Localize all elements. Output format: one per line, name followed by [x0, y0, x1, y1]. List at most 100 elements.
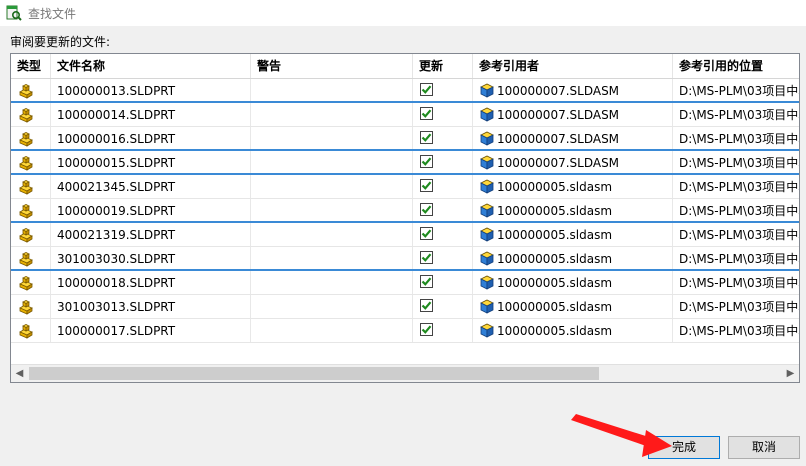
- warning-cell: [251, 247, 413, 271]
- ref-location-cell: D:\MS-PLM\03项目中心: [673, 199, 799, 223]
- table-header: 类型 文件名称 警告 更新 参考引用者 参考引用的位置: [11, 54, 799, 79]
- ref-location-cell: D:\MS-PLM\03项目中心: [673, 103, 799, 127]
- file-name-cell: 100000015.SLDPRT: [51, 151, 251, 175]
- table-row[interactable]: 100000016.SLDPRT 100000007.SLDASM D:\MS-PL…: [11, 127, 799, 151]
- ref-location-cell: D:\MS-PLM\03项目中心: [673, 271, 799, 295]
- table-row[interactable]: 100000018.SLDPRT 100000005.sldasm D:\MS-PL…: [11, 271, 799, 295]
- ref-by-cell: 100000005.sldasm: [473, 223, 673, 247]
- horizontal-scrollbar[interactable]: ◀ ▶: [11, 364, 799, 382]
- ref-by-text: 100000005.sldasm: [497, 300, 613, 314]
- assembly-icon: [480, 203, 494, 218]
- part-icon: [19, 156, 33, 171]
- scroll-right-icon[interactable]: ▶: [782, 365, 799, 382]
- update-checkbox[interactable]: [420, 227, 433, 240]
- table-row[interactable]: 100000017.SLDPRT 100000005.sldasm D:\MS-PL…: [11, 319, 799, 343]
- scroll-thumb[interactable]: [29, 367, 599, 380]
- update-checkbox[interactable]: [420, 251, 433, 264]
- ref-by-text: 100000005.sldasm: [497, 252, 613, 266]
- table-row[interactable]: 301003030.SLDPRT 100000005.sldasm D:\MS-PL…: [11, 247, 799, 271]
- ref-by-text: 100000007.SLDASM: [497, 108, 620, 122]
- ref-by-cell: 100000005.sldasm: [473, 295, 673, 319]
- col-header-name[interactable]: 文件名称: [51, 54, 251, 78]
- ref-by-cell: 100000005.sldasm: [473, 175, 673, 199]
- type-cell: [11, 223, 51, 247]
- checkmark-icon: [421, 325, 432, 334]
- assembly-icon: [480, 131, 494, 146]
- row-separator: [11, 342, 799, 343]
- update-checkbox[interactable]: [420, 299, 433, 312]
- update-checkbox[interactable]: [420, 179, 433, 192]
- update-cell: [413, 127, 473, 151]
- ref-location-cell: D:\MS-PLM\03项目中心: [673, 247, 799, 271]
- type-cell: [11, 175, 51, 199]
- file-name-cell: 400021345.SLDPRT: [51, 175, 251, 199]
- part-icon: [19, 276, 33, 291]
- col-header-type[interactable]: 类型: [11, 54, 51, 78]
- warning-cell: [251, 127, 413, 151]
- checkmark-icon: [421, 205, 432, 214]
- ref-by-cell: 100000005.sldasm: [473, 199, 673, 223]
- table-row[interactable]: 400021319.SLDPRT 100000005.sldasm D:\MS-PL…: [11, 223, 799, 247]
- checkmark-icon: [421, 229, 432, 238]
- ref-by-cell: 100000007.SLDASM: [473, 103, 673, 127]
- cancel-button[interactable]: 取消: [728, 436, 800, 459]
- update-checkbox[interactable]: [420, 83, 433, 96]
- part-icon: [19, 108, 33, 123]
- table-row[interactable]: 100000014.SLDPRT 100000007.SLDASM D:\MS-PL…: [11, 103, 799, 127]
- ref-by-cell: 100000007.SLDASM: [473, 151, 673, 175]
- ref-location-cell: D:\MS-PLM\03项目中心: [673, 127, 799, 151]
- table-row[interactable]: 400021345.SLDPRT 100000005.sldasm D:\MS-PL…: [11, 175, 799, 199]
- ref-by-text: 100000005.sldasm: [497, 180, 613, 194]
- update-checkbox[interactable]: [420, 131, 433, 144]
- update-cell: [413, 247, 473, 271]
- ref-by-text: 100000007.SLDASM: [497, 156, 620, 170]
- file-name-cell: 301003013.SLDPRT: [51, 295, 251, 319]
- table-row[interactable]: 100000019.SLDPRT 100000005.sldasm D:\MS-PL…: [11, 199, 799, 223]
- done-button[interactable]: 完成: [648, 436, 720, 459]
- file-name-cell: 100000016.SLDPRT: [51, 127, 251, 151]
- checkmark-icon: [421, 277, 432, 286]
- update-cell: [413, 175, 473, 199]
- file-name-cell: 400021319.SLDPRT: [51, 223, 251, 247]
- checkmark-icon: [421, 253, 432, 262]
- update-checkbox[interactable]: [420, 323, 433, 336]
- part-icon: [19, 300, 33, 315]
- update-checkbox[interactable]: [420, 203, 433, 216]
- table-row[interactable]: 100000013.SLDPRT 100000007.SLDASM D:\MS-PL…: [11, 79, 799, 103]
- file-name-cell: 100000014.SLDPRT: [51, 103, 251, 127]
- type-cell: [11, 271, 51, 295]
- ref-location-cell: D:\MS-PLM\03项目中心: [673, 295, 799, 319]
- update-checkbox[interactable]: [420, 275, 433, 288]
- table-row[interactable]: 100000015.SLDPRT 100000007.SLDASM D:\MS-PL…: [11, 151, 799, 175]
- file-name-cell: 301003030.SLDPRT: [51, 247, 251, 271]
- ref-location-cell: D:\MS-PLM\03项目中心: [673, 79, 799, 103]
- checkmark-icon: [421, 301, 432, 310]
- file-name-cell: 100000013.SLDPRT: [51, 79, 251, 103]
- ref-by-cell: 100000007.SLDASM: [473, 79, 673, 103]
- scroll-left-icon[interactable]: ◀: [11, 365, 28, 382]
- ref-by-text: 100000007.SLDASM: [497, 84, 620, 98]
- part-icon: [19, 204, 33, 219]
- update-checkbox[interactable]: [420, 107, 433, 120]
- type-cell: [11, 295, 51, 319]
- assembly-icon: [480, 179, 494, 194]
- assembly-icon: [480, 83, 494, 98]
- assembly-icon: [480, 275, 494, 290]
- ref-location-cell: D:\MS-PLM\03项目中心: [673, 175, 799, 199]
- table-row[interactable]: 301003013.SLDPRT 100000005.sldasm D:\MS-PL…: [11, 295, 799, 319]
- col-header-ref-by[interactable]: 参考引用者: [473, 54, 673, 78]
- title-bar: 查找文件: [0, 0, 806, 26]
- col-header-warning[interactable]: 警告: [251, 54, 413, 78]
- col-header-ref-location[interactable]: 参考引用的位置: [673, 54, 799, 78]
- part-icon: [19, 180, 33, 195]
- checkmark-icon: [421, 109, 432, 118]
- type-cell: [11, 319, 51, 343]
- update-cell: [413, 199, 473, 223]
- part-icon: [19, 132, 33, 147]
- checkmark-icon: [421, 157, 432, 166]
- ref-by-text: 100000007.SLDASM: [497, 132, 620, 146]
- type-cell: [11, 199, 51, 223]
- col-header-update[interactable]: 更新: [413, 54, 473, 78]
- ref-by-cell: 100000005.sldasm: [473, 247, 673, 271]
- update-checkbox[interactable]: [420, 155, 433, 168]
